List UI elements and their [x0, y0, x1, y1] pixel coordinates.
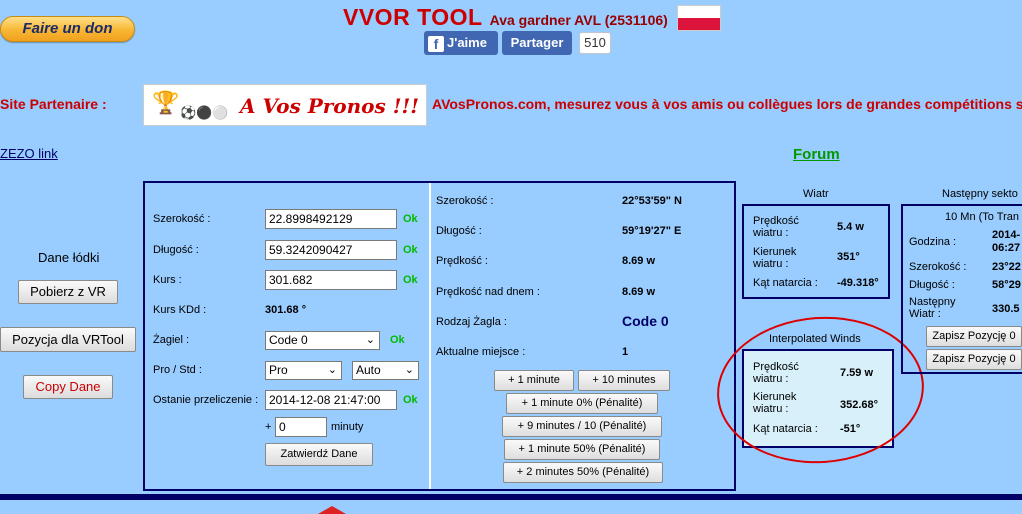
- wind-speed-value: 5.4 w: [837, 221, 864, 233]
- minutes-input[interactable]: 0: [275, 417, 327, 437]
- info-sog-value: 8.69 w: [622, 286, 656, 298]
- chevron-down-icon: ⌄: [404, 364, 414, 376]
- course-ok: Ok: [403, 274, 418, 286]
- wind-speed-label: Prędkość wiatru :: [753, 215, 799, 239]
- add-1-minute-button[interactable]: + 1 minute: [494, 370, 574, 391]
- pro-select[interactable]: Pro ⌄: [265, 361, 342, 380]
- lon-input[interactable]: 59.3242090427: [265, 240, 397, 260]
- bottom-divider: [0, 494, 1022, 500]
- add-1-minute-penalty-0-button[interactable]: + 1 minute 0% (Pénalité): [506, 393, 658, 414]
- facebook-like-label: J'aime: [447, 35, 487, 50]
- wind-direction-value: 351°: [837, 251, 860, 263]
- add-1-minute-penalty-50-button[interactable]: + 1 minute 50% (Pénalité): [504, 439, 660, 460]
- course-input[interactable]: 301.682: [265, 270, 397, 290]
- partner-description: AVosPronos.com, mesurez vous à vos amis …: [432, 96, 1022, 112]
- lat-input[interactable]: 22.8998492129: [265, 209, 397, 229]
- partner-banner-text: A Vos Pronos !!!: [240, 94, 420, 118]
- minutes-label: minuty: [331, 421, 364, 433]
- lon-label: Długość :: [153, 244, 199, 256]
- vrtool-position-button[interactable]: Pozycja dla VRTool: [0, 327, 136, 352]
- wind-angle-label: Kąt natarcia :: [753, 277, 818, 289]
- pro-select-value: Pro: [269, 363, 288, 377]
- sail-label: Żagiel :: [153, 334, 190, 346]
- facebook-like-button[interactable]: f J'aime: [424, 31, 498, 55]
- chevron-down-icon: ⌄: [365, 334, 375, 346]
- next-wind-value: 330.5: [992, 303, 1020, 315]
- sail-ok: Ok: [390, 334, 405, 346]
- info-sail-type-label: Rodzaj Żagla :: [436, 316, 507, 328]
- next-wind-label: Następny Wiatr :: [909, 296, 956, 320]
- copy-data-button[interactable]: Copy Dane: [23, 375, 113, 399]
- info-sail-type-value: Code 0: [622, 313, 669, 329]
- partner-banner[interactable]: 🏆 ⚽⚫⚪ A Vos Pronos !!!: [143, 84, 427, 126]
- info-lon-label: Długość :: [436, 225, 482, 237]
- save-position-button-2[interactable]: Zapisz Pozycję 0: [926, 349, 1022, 370]
- wind-angle-value: -49.318°: [837, 277, 879, 289]
- balls-icon: ⚽⚫⚪: [180, 105, 229, 120]
- chevron-down-icon: ⌄: [327, 364, 337, 376]
- info-lat-value: 22°53'59" N: [622, 195, 682, 207]
- title-bar: VVOR TOOL Ava gardner AVL (2531106): [343, 4, 721, 31]
- user-line: Ava gardner AVL (2531106): [489, 12, 668, 28]
- last-calc-ok: Ok: [403, 394, 418, 406]
- trophy-icon: 🏆: [152, 90, 180, 115]
- last-calc-input[interactable]: 2014-12-08 21:47:00: [265, 390, 397, 410]
- panel-divider: [429, 183, 431, 489]
- next-time-value-hour: 06:27: [992, 242, 1021, 254]
- course-kdd-label: Kurs KDd :: [153, 304, 207, 316]
- auto-select[interactable]: Auto ⌄: [352, 361, 419, 380]
- forum-link[interactable]: Forum: [793, 146, 840, 163]
- sail-select-value: Code 0: [269, 333, 308, 347]
- info-sog-label: Prędkość nad dnem :: [436, 286, 540, 298]
- next-lat-value: 23°22: [992, 261, 1021, 273]
- next-lon-label: Długość :: [909, 279, 955, 291]
- last-calc-label: Ostanie przeliczenie :: [153, 394, 259, 406]
- zezo-link[interactable]: ZEZO link: [0, 146, 58, 161]
- add-9-minutes-penalty-button[interactable]: + 9 minutes / 10 (Pénalité): [502, 416, 662, 437]
- info-speed-label: Prędkość :: [436, 255, 488, 267]
- info-speed-value: 8.69 w: [622, 255, 656, 267]
- wind-direction-label: Kierunek wiatru :: [753, 246, 797, 270]
- facebook-icon: f: [428, 36, 444, 52]
- info-place-label: Aktualne miejsce :: [436, 346, 526, 358]
- next-lon-value: 58°29: [992, 279, 1021, 291]
- partner-label: Site Partenaire :: [0, 96, 107, 112]
- lon-ok: Ok: [403, 244, 418, 256]
- info-lon-value: 59°19'27" E: [622, 225, 682, 237]
- app-title: VVOR TOOL: [343, 4, 483, 30]
- course-label: Kurs :: [153, 274, 182, 286]
- info-place-value: 1: [622, 346, 629, 358]
- up-arrow-icon: [318, 506, 346, 514]
- donate-button[interactable]: Faire un don: [0, 16, 135, 42]
- get-from-vr-button[interactable]: Pobierz z VR: [18, 280, 118, 304]
- save-position-button-1[interactable]: Zapisz Pozycję 0: [926, 326, 1022, 347]
- next-time-label: Godzina :: [909, 236, 957, 248]
- info-lat-label: Szerokość :: [436, 195, 494, 207]
- poland-flag-icon: [676, 5, 721, 31]
- lat-label: Szerokość :: [153, 213, 211, 225]
- next-lat-label: Szerokość :: [909, 261, 967, 273]
- facebook-share-button[interactable]: Partager: [502, 31, 572, 55]
- next-sector-title: Następny sekto: [942, 188, 1018, 200]
- plus-label: +: [265, 421, 272, 433]
- confirm-data-button[interactable]: Zatwierdź Dane: [265, 443, 373, 466]
- next-time-value-date: 2014-: [992, 229, 1021, 241]
- add-2-minutes-penalty-50-button[interactable]: + 2 minutes 50% (Pénalité): [503, 462, 663, 483]
- auto-select-value: Auto: [356, 363, 381, 377]
- next-sector-subtitle: 10 Mn (To Tran: [945, 211, 1019, 223]
- facebook-share-count: 510: [579, 32, 611, 54]
- lat-ok: Ok: [403, 213, 418, 225]
- pro-std-label: Pro / Std :: [153, 364, 202, 376]
- wind-title: Wiatr: [803, 188, 829, 200]
- add-10-minutes-button[interactable]: + 10 minutes: [578, 370, 670, 391]
- course-kdd-value: 301.68 °: [265, 304, 307, 316]
- sail-select[interactable]: Code 0 ⌄: [265, 331, 380, 350]
- boat-data-label: Dane łódki: [38, 250, 100, 265]
